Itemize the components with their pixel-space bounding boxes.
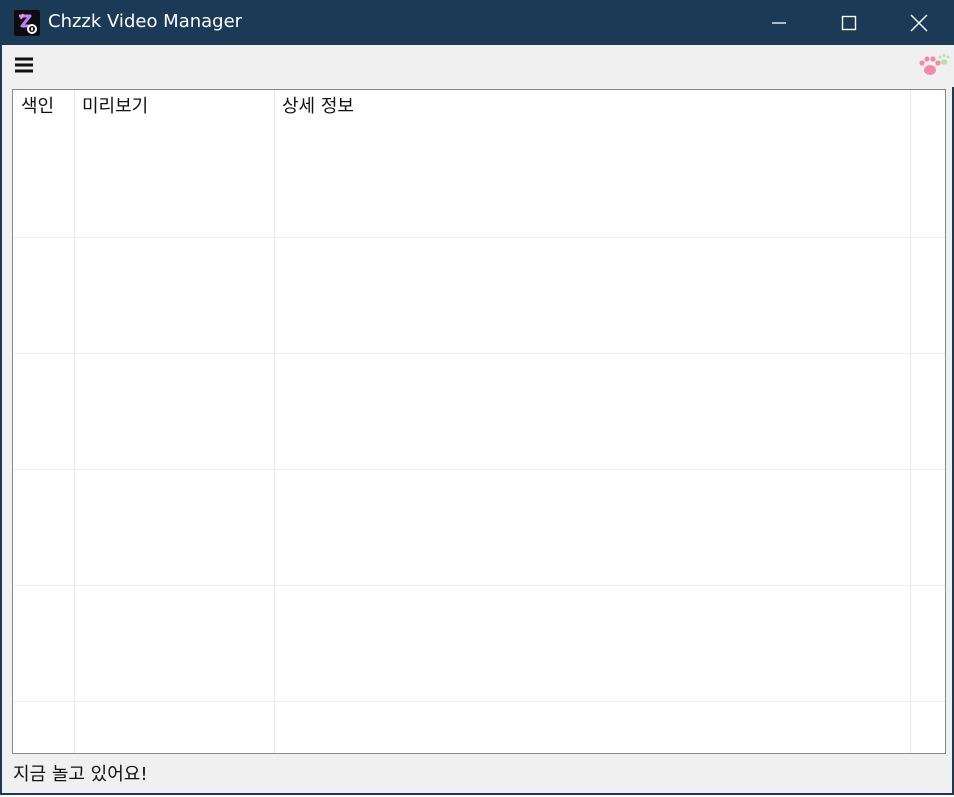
grid-header: 색인 미리보기 상세 정보 (13, 90, 945, 123)
table-row[interactable] (13, 585, 945, 586)
maximize-button[interactable] (814, 0, 884, 45)
table-row[interactable] (13, 353, 945, 354)
chzzk-app-icon (14, 10, 40, 36)
close-icon (910, 13, 928, 32)
window-title: Chzzk Video Manager (48, 11, 243, 32)
title-bar[interactable]: Chzzk Video Manager (2, 0, 954, 45)
close-button[interactable] (884, 0, 954, 45)
hamburger-menu-icon[interactable] (15, 56, 33, 74)
column-separator (74, 90, 75, 753)
column-separator (274, 90, 275, 753)
table-row[interactable] (13, 469, 945, 470)
status-text: 지금 놀고 있어요! (13, 764, 148, 785)
column-header-index[interactable]: 색인 (13, 90, 74, 123)
minimize-button[interactable] (744, 0, 814, 45)
column-separator (910, 90, 911, 753)
minimize-icon (772, 21, 786, 24)
maximize-icon (841, 15, 857, 30)
column-header-details[interactable]: 상세 정보 (274, 90, 910, 123)
toolbar (4, 45, 954, 87)
paw-icon[interactable] (917, 52, 951, 80)
column-header-preview[interactable]: 미리보기 (74, 90, 274, 123)
table-row[interactable] (13, 237, 945, 238)
app-window: Chzzk Video Manager 색인 미리보기 상세 정보 지금 놀고 … (0, 0, 954, 795)
table-row[interactable] (13, 701, 945, 702)
video-list-grid[interactable]: 색인 미리보기 상세 정보 (12, 89, 946, 754)
